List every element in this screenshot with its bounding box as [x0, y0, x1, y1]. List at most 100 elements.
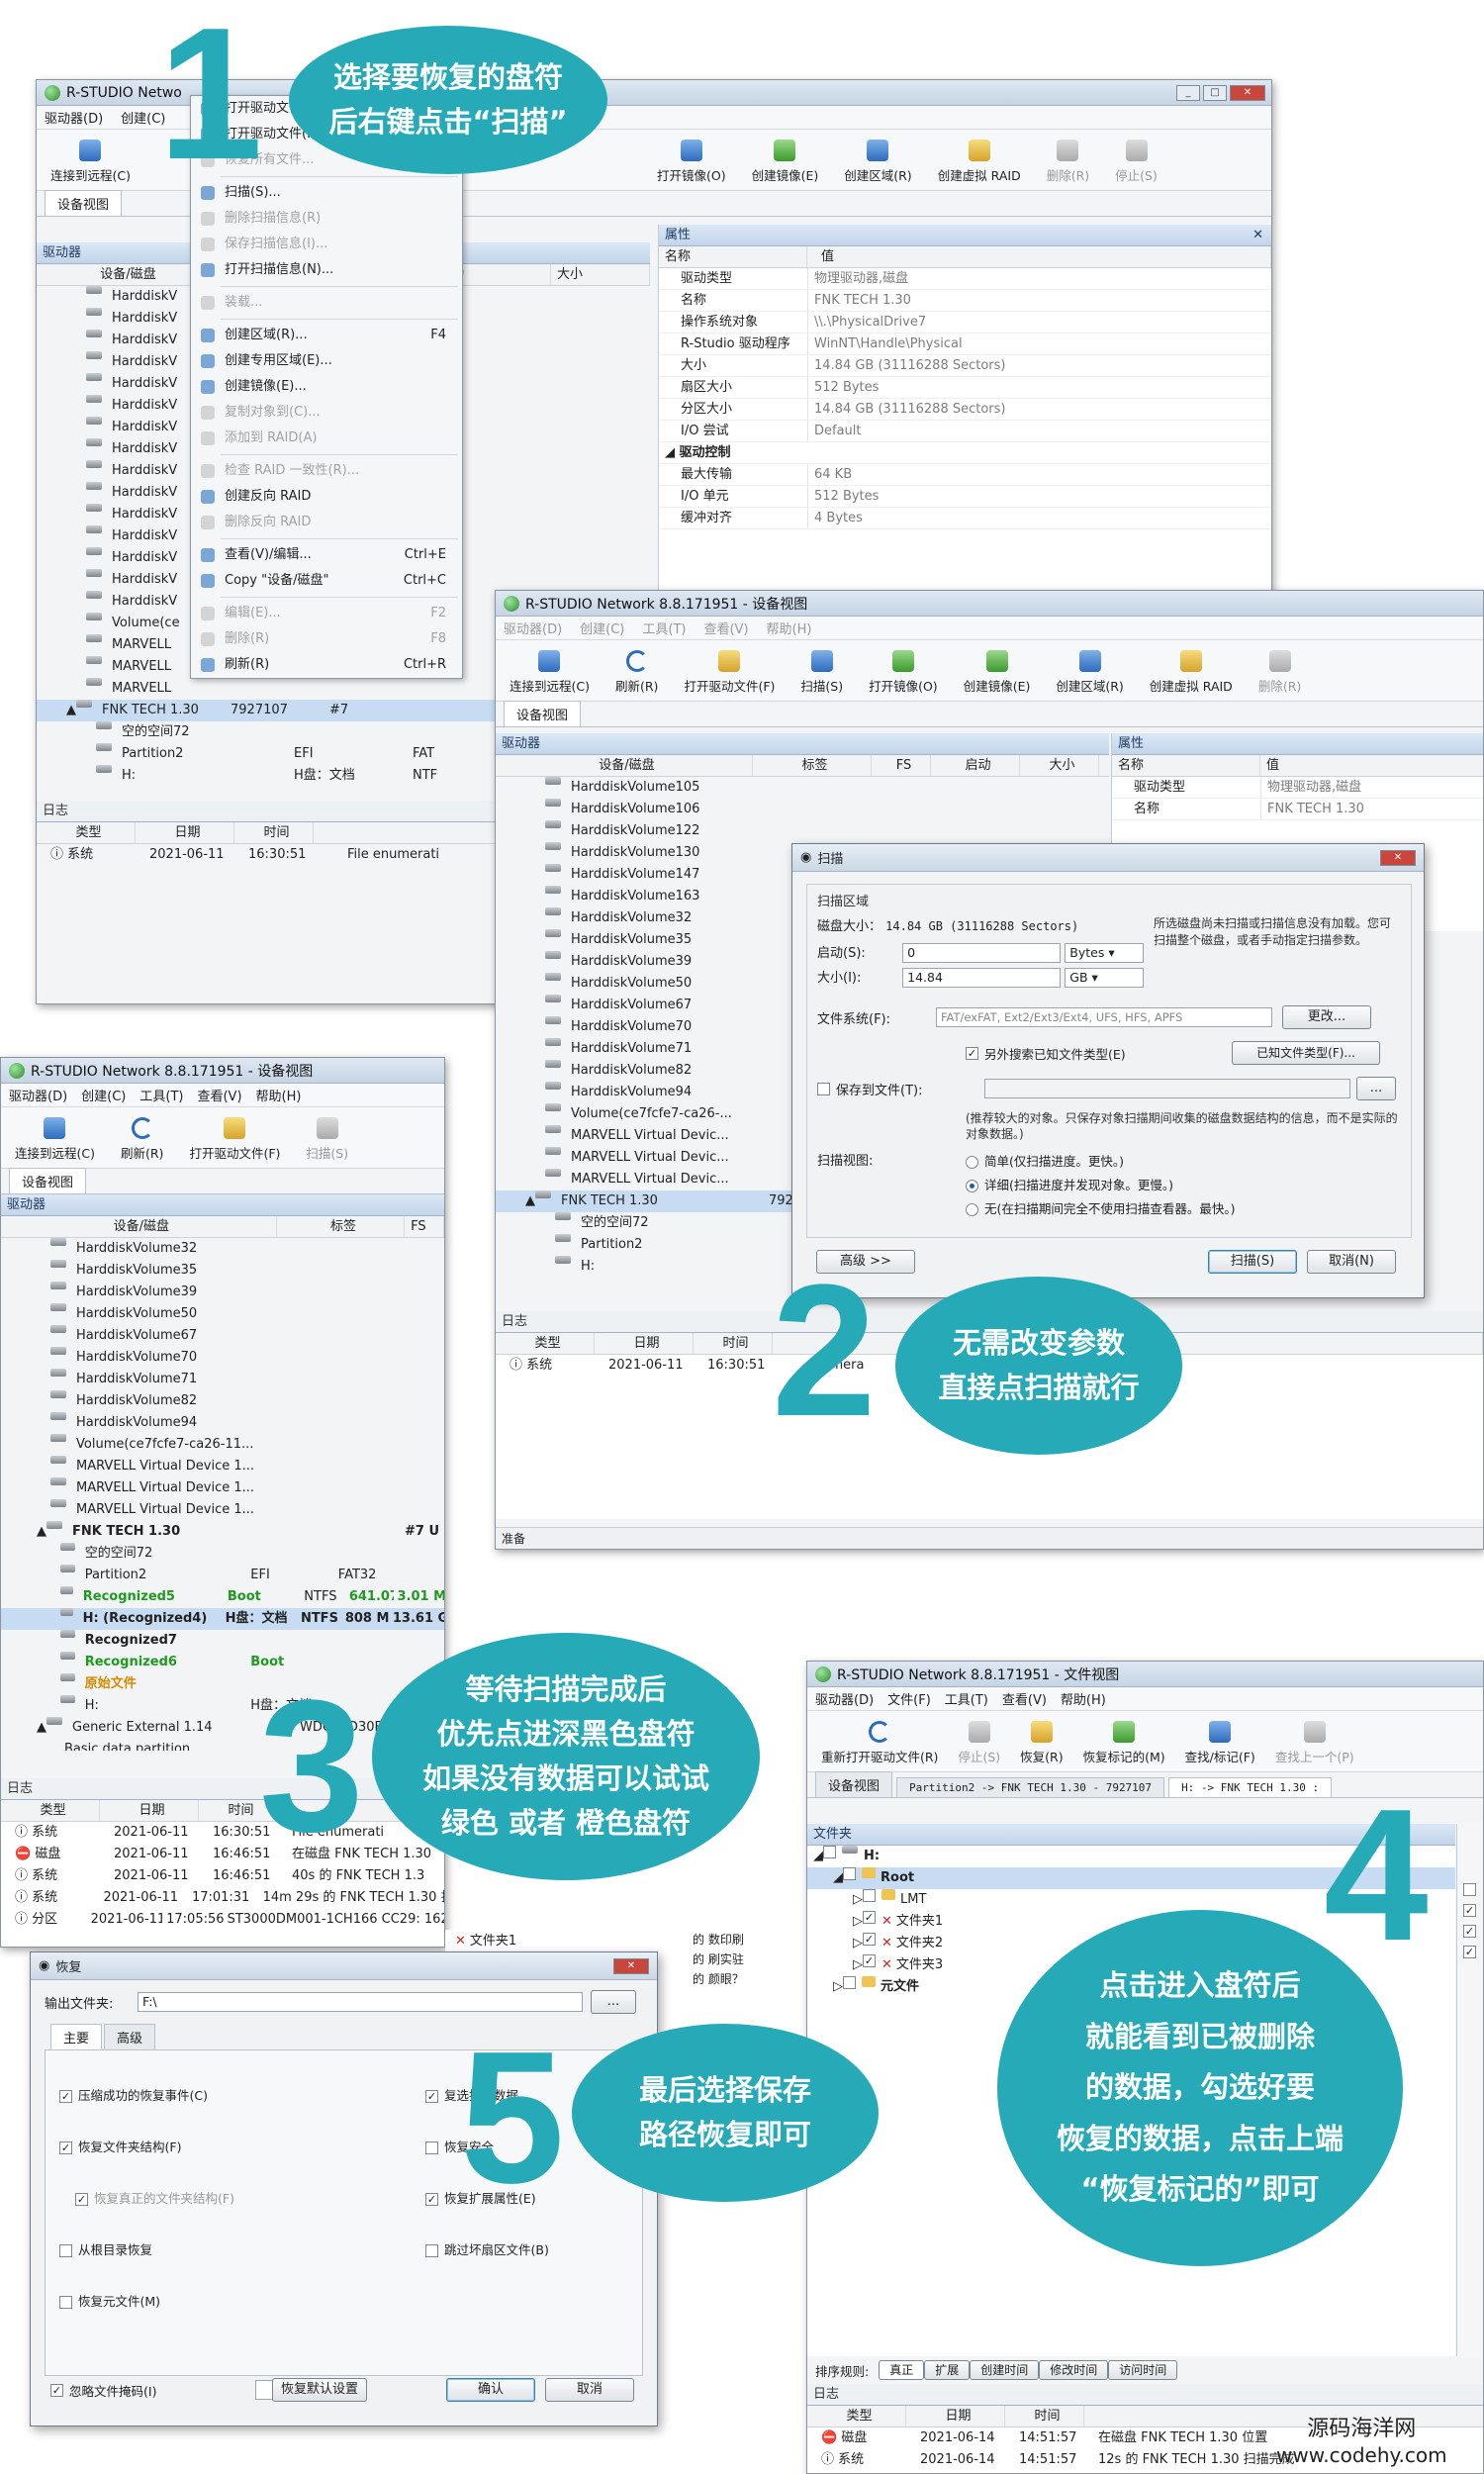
recover-option[interactable]: 恢复元文件(M) [59, 2276, 425, 2328]
recover-option[interactable]: 从根目录恢复 [59, 2225, 425, 2276]
col-fs[interactable]: FS [405, 1216, 444, 1237]
close-button[interactable]: ✕ [1230, 84, 1265, 101]
scan-button[interactable]: 扫描(S) [800, 650, 843, 695]
folder-checkbox[interactable]: ✓ [863, 1954, 876, 1967]
file-checkbox[interactable]: ✓ [1463, 1925, 1476, 1938]
ignore-mask-checkbox[interactable]: ✓ [50, 2383, 63, 2397]
drive-row-fnk[interactable]: ▲ FNK TECH 1.30 #7 U [1, 1521, 444, 1543]
menu-create[interactable]: 创建(C) [81, 1086, 126, 1104]
stop-button[interactable]: 停止(S) [1115, 140, 1158, 184]
menu-drive[interactable]: 驱动器(D) [504, 618, 562, 637]
menu-tools[interactable]: 工具(T) [139, 1086, 183, 1104]
menu-view[interactable]: 查看(V) [1002, 1689, 1047, 1708]
drive-row[interactable]: MARVELL Virtual Device 1... [1, 1477, 444, 1499]
context-menu-item[interactable]: 复制对象到(C)... [191, 400, 462, 426]
recover-option[interactable]: ✓ 恢复文件夹结构(F) [59, 2122, 425, 2173]
drive-row[interactable]: MARVELL Virtual Device 1... [1, 1499, 444, 1521]
start-unit-select[interactable]: Bytes ▾ [1065, 943, 1145, 963]
create-image-button[interactable]: 创建镜像(E) [752, 140, 818, 184]
create-raid-button[interactable]: 创建虚拟 RAID [1150, 650, 1233, 695]
radio-none[interactable] [966, 1202, 978, 1216]
context-menu-item[interactable]: 刷新(R) Ctrl+R [191, 652, 462, 678]
folder-checkbox[interactable]: ✓ [863, 1933, 876, 1946]
col-size[interactable]: 大小 [1020, 755, 1099, 776]
partition-row[interactable]: Recognized5 Boot NTFS 641.07 ...3.01 MB [1, 1586, 444, 1608]
drive-control-group[interactable]: ◢ 驱动控制 [659, 442, 1271, 464]
col-date[interactable]: 日期 [136, 822, 234, 843]
menu-drive[interactable]: 驱动器(D) [815, 1689, 874, 1708]
col-name[interactable]: 名称 [1112, 755, 1260, 776]
option-checkbox[interactable] [59, 2244, 72, 2257]
drive-row[interactable]: HarddiskVolume70 [1, 1347, 444, 1369]
drive-row[interactable]: HarddiskVolume94 [1, 1412, 444, 1434]
find-mark-button[interactable]: 查找/标记(F) [1185, 1721, 1255, 1765]
delete-button[interactable]: 删除(R) [1047, 140, 1089, 184]
stop-button[interactable]: 停止(S) [958, 1721, 1000, 1765]
partition-row[interactable]: 空的空间72 [1, 1543, 444, 1565]
drive-row[interactable]: HarddiskVolume39 [1, 1282, 444, 1303]
sort-option[interactable]: 访问时间 [1108, 2360, 1178, 2380]
context-menu-item[interactable]: 编辑(E)... F2 [191, 601, 462, 626]
scan-view-detail[interactable]: 详细(扫描进度并发现对象。更慢。) [966, 1174, 1236, 1197]
option-checkbox[interactable] [59, 2296, 72, 2309]
open-image-button[interactable]: 打开镜像(O) [657, 140, 726, 184]
menu-view[interactable]: 查看(V) [703, 618, 748, 637]
col-label[interactable]: 标签 [277, 1216, 406, 1237]
col-time[interactable]: 时间 [694, 1333, 773, 1354]
partition-row[interactable]: Recognized7 [1, 1630, 444, 1652]
scan-view-none[interactable]: 无(在扫描期间完全不使用扫描查看器。最快。) [966, 1197, 1236, 1221]
browse-button[interactable]: ... [1356, 1077, 1396, 1100]
option-checkbox[interactable]: ✓ [425, 2193, 438, 2206]
create-region-button[interactable]: 创建区域(R) [844, 140, 912, 184]
refresh-button[interactable]: 刷新(R) [615, 650, 658, 695]
save-to-file-checkbox[interactable] [817, 1082, 830, 1095]
open-drive-files-button[interactable]: 打开驱动文件(F) [684, 650, 775, 695]
meta-checkbox[interactable] [843, 1976, 856, 1989]
tab-device-view[interactable]: 设备视图 [815, 1771, 893, 1797]
col-type[interactable]: 类型 [1, 1800, 100, 1821]
menu-tools[interactable]: 工具(T) [945, 1689, 988, 1708]
col-label[interactable]: 标签 [753, 755, 872, 776]
context-menu-item[interactable]: 保存扫描信息(I)... [191, 232, 462, 257]
create-region-button[interactable]: 创建区域(R) [1056, 650, 1124, 695]
cancel-button[interactable]: 取消 [545, 2378, 634, 2402]
refresh-button[interactable]: 刷新(R) [121, 1117, 163, 1162]
drive-row[interactable]: HarddiskVolume106 [496, 799, 1109, 820]
col-device[interactable]: 设备/磁盘 [37, 264, 215, 285]
option-checkbox[interactable] [425, 2141, 438, 2154]
start-input[interactable]: 0 [902, 943, 1062, 963]
menu-create[interactable]: 创建(C) [580, 618, 624, 637]
radio-detail[interactable] [966, 1180, 978, 1193]
col-start[interactable]: 启动 [931, 755, 1020, 776]
context-menu-item[interactable]: Copy "设备/磁盘" Ctrl+C [191, 568, 462, 594]
minimize-button[interactable]: _ [1176, 84, 1200, 101]
connect-remote-button[interactable]: 连接到远程(C) [50, 140, 131, 184]
menu-file[interactable]: 文件(F) [887, 1689, 931, 1708]
drive-row[interactable]: Volume(ce7fcfe7-ca26-11... [1, 1434, 444, 1456]
ok-button[interactable]: 确认 [446, 2378, 535, 2402]
file-checkbox[interactable]: ✓ [1463, 1904, 1476, 1917]
drive-row[interactable]: HarddiskVolume122 [496, 820, 1109, 842]
tab-advanced[interactable]: 高级 [104, 2024, 156, 2049]
cancel-button[interactable]: 取消(N) [1307, 1250, 1396, 1274]
delete-button[interactable]: 删除(R) [1258, 650, 1301, 695]
drive-row[interactable]: HarddiskVolume32 [1, 1238, 444, 1260]
context-menu-item[interactable]: 查看(V)/编辑... Ctrl+E [191, 542, 462, 568]
col-value[interactable]: 值 [1260, 755, 1483, 776]
sort-option[interactable]: 创建时间 [970, 2360, 1040, 2380]
context-menu-item[interactable]: 创建镜像(E)... [191, 374, 462, 400]
option-checkbox[interactable] [425, 2244, 438, 2257]
drive-row[interactable]: HarddiskVolume105 [496, 777, 1109, 799]
context-menu-item[interactable]: 删除反向 RAID [191, 510, 462, 535]
tab-device-view[interactable]: 设备视图 [504, 701, 582, 726]
drive-row[interactable]: HarddiskVolume82 [1, 1390, 444, 1412]
fs-input[interactable]: FAT/exFAT, Ext2/Ext3/Ext4, UFS, HFS, APF… [936, 1007, 1272, 1027]
tab-device-view[interactable]: 设备视图 [45, 190, 123, 216]
size-unit-select[interactable]: GB ▾ [1065, 968, 1145, 988]
col-type[interactable]: 类型 [37, 822, 136, 843]
connect-remote-button[interactable]: 连接到远程(C) [15, 1117, 95, 1162]
drive-row[interactable]: MARVELL Virtual Device 1... [1, 1456, 444, 1477]
recover-option[interactable]: ✓ 压缩成功的恢复事件(C) [59, 2070, 425, 2122]
find-prev-button[interactable]: 查找上一个(P) [1275, 1721, 1354, 1765]
option-checkbox[interactable]: ✓ [59, 2141, 72, 2154]
